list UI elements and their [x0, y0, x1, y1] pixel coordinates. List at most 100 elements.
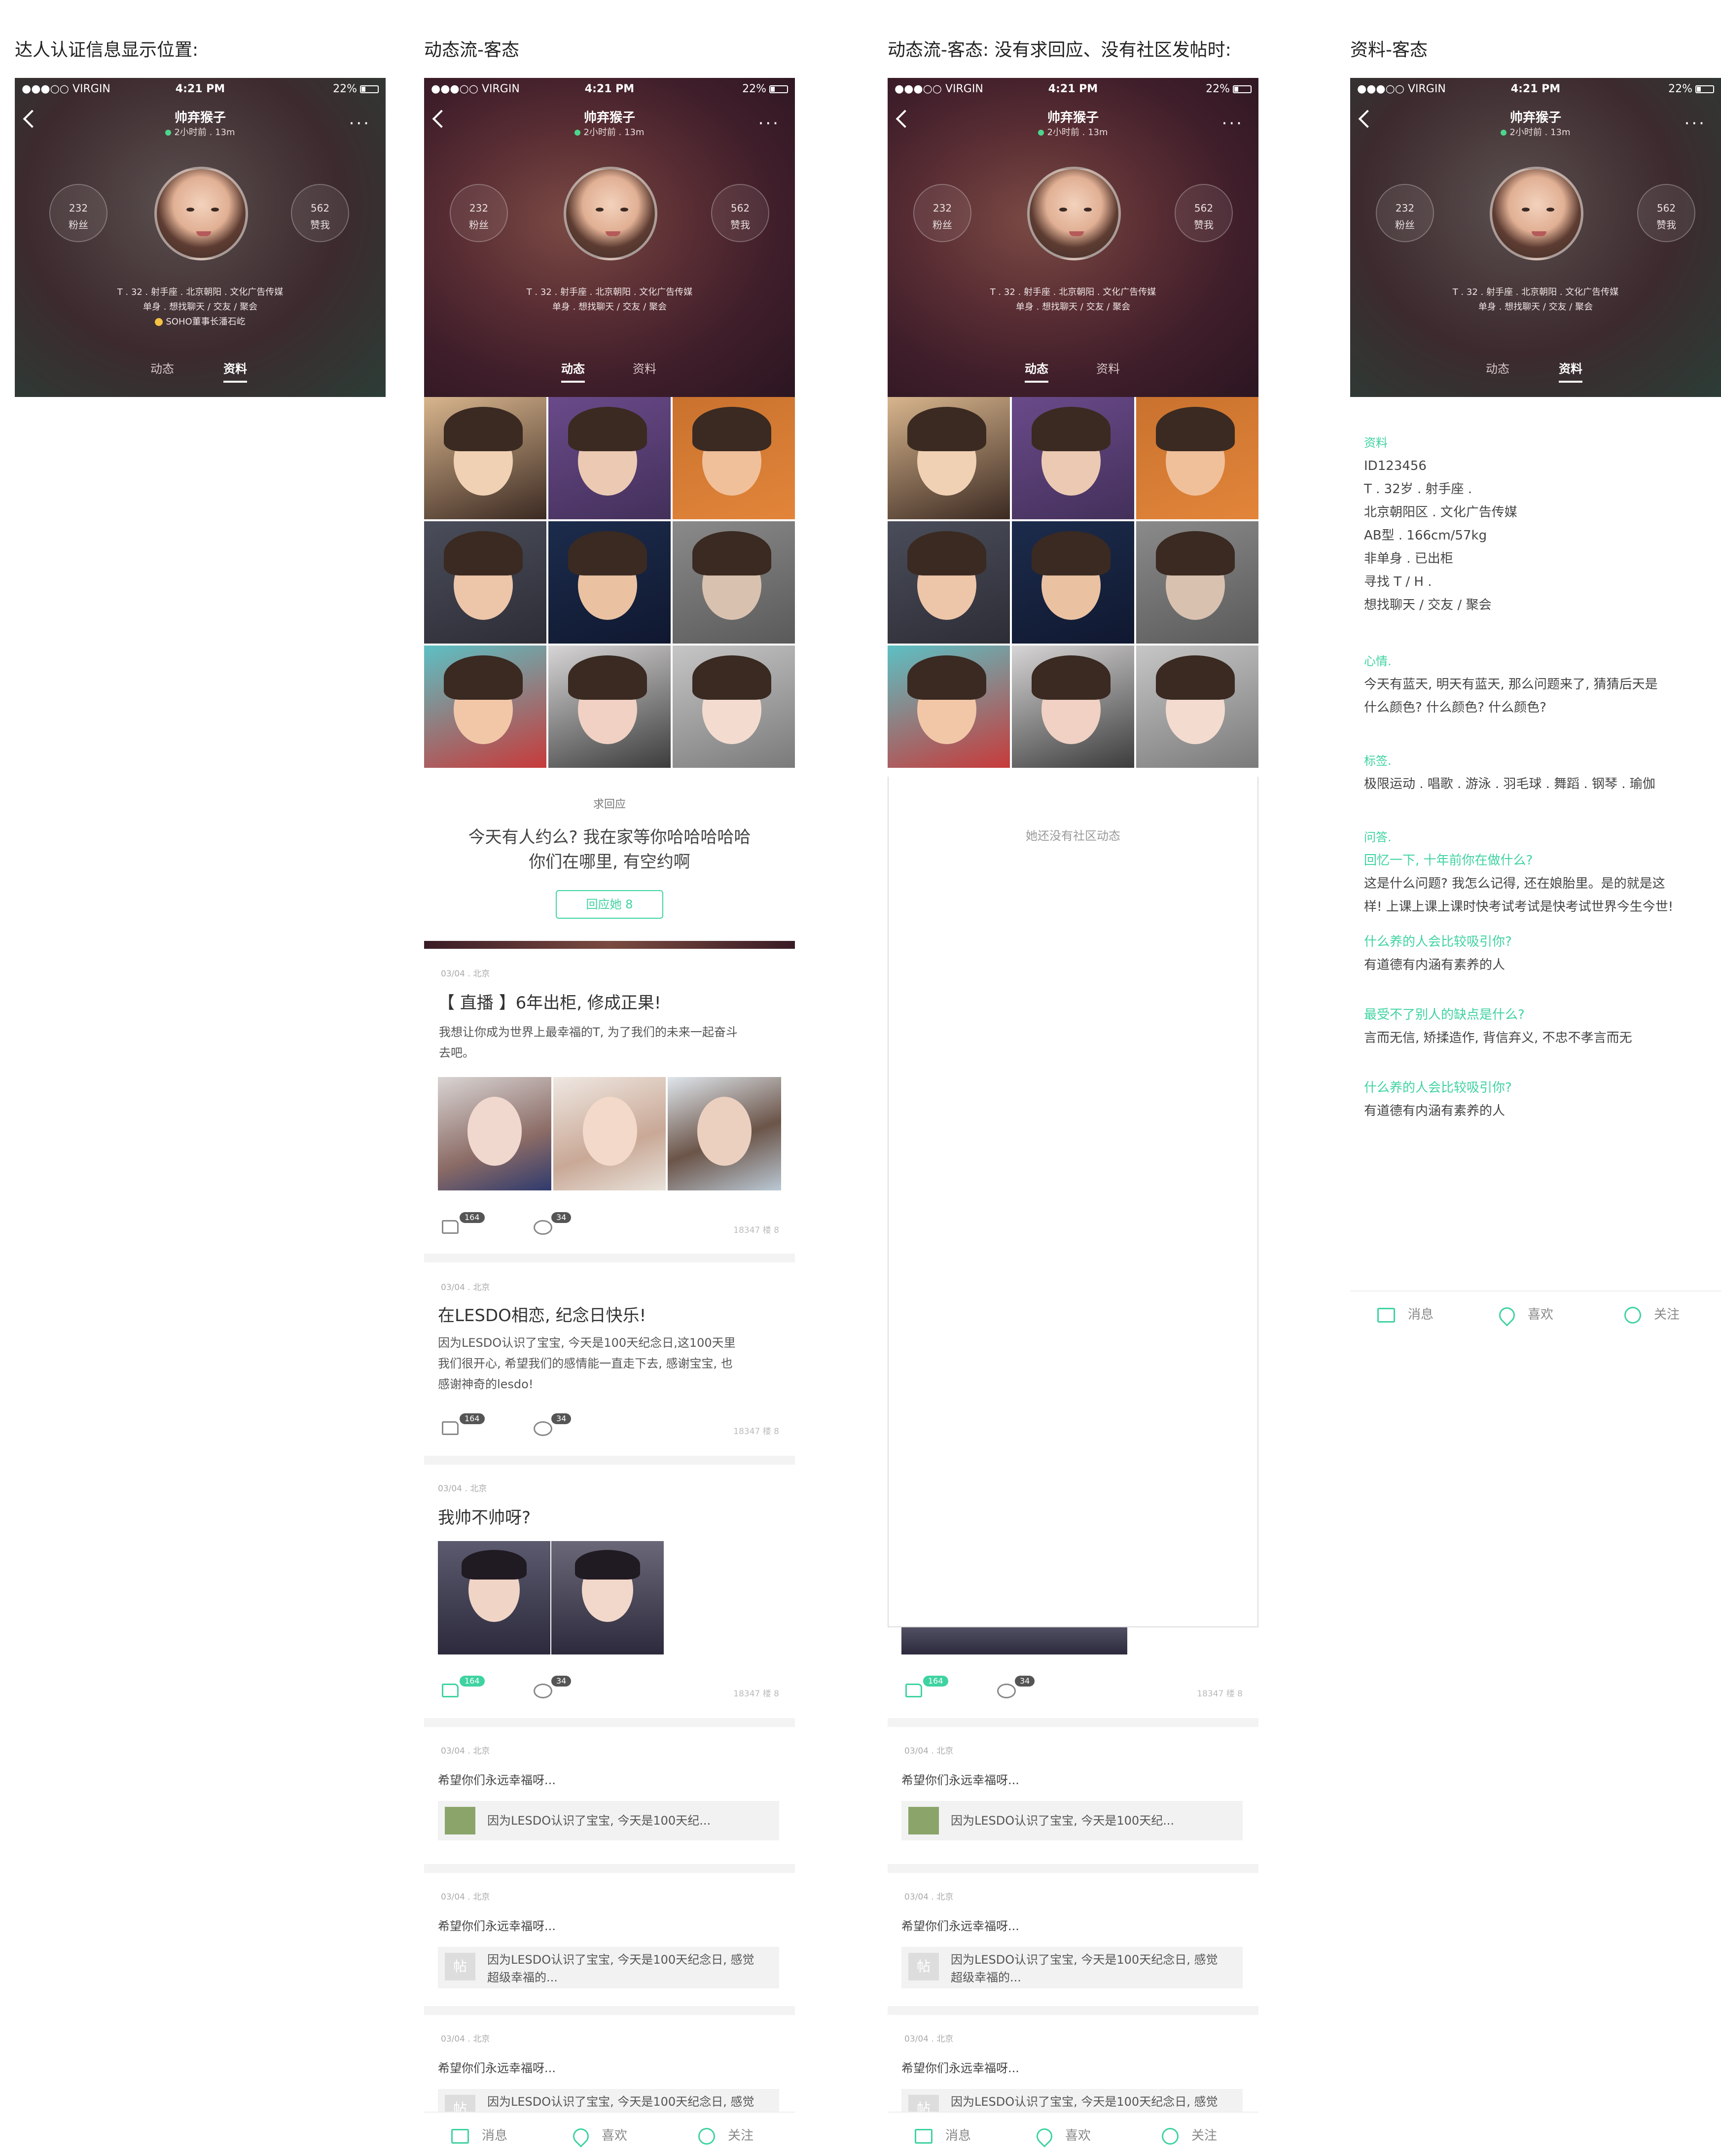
- post-image[interactable]: [668, 1077, 781, 1190]
- caption: 动态流-客态: [424, 40, 519, 60]
- grid-photo[interactable]: [673, 521, 795, 644]
- like-button[interactable]: 喜欢: [1496, 1303, 1553, 1327]
- fans-stat[interactable]: 232 粉丝: [49, 184, 108, 242]
- avatar[interactable]: [564, 167, 657, 260]
- status-bar: ●●●○○ VIRGIN 4:21 PM 22%: [15, 83, 386, 103]
- tab-info[interactable]: 资料: [1096, 359, 1120, 376]
- repost-item[interactable]: 03/04 . 北京 希望你们永远幸福呀... 因为LESDO认识了宝宝, 今天是1…: [888, 1727, 1258, 1870]
- post-actions: 164 34 18347 楼 8: [424, 1411, 795, 1441]
- quoted-post[interactable]: 帖因为LESDO认识了宝宝, 今天是100天纪念日, 感觉 超级幸福的...: [901, 1947, 1243, 1988]
- empty-text: 她还没有社区动态: [1026, 829, 1120, 843]
- likes-stat[interactable]: 562 赞我: [1637, 184, 1695, 242]
- grid-photo[interactable]: [1136, 646, 1258, 768]
- quoted-post[interactable]: 帖因为LESDO认识了宝宝, 今天是100天纪念日, 感觉: [901, 2089, 1243, 2112]
- tab-feed[interactable]: 动态: [1486, 359, 1509, 376]
- grid-photo[interactable]: [673, 397, 795, 519]
- feed-post[interactable]: 03/04 . 北京 我帅不帅呀? 164 34 18347 楼 8: [424, 1465, 795, 1711]
- like-icon[interactable]: [442, 1421, 459, 1435]
- battery-icon: [1233, 85, 1252, 93]
- online-status: 2小时前 . 13m: [1350, 125, 1721, 138]
- grid-photo[interactable]: [548, 521, 671, 644]
- grid-photo[interactable]: [1012, 646, 1134, 768]
- likes-stat[interactable]: 562 赞我: [1175, 184, 1233, 242]
- grid-photo[interactable]: [888, 646, 1010, 768]
- reply-button[interactable]: 回应她 8: [556, 890, 663, 919]
- profile-header: ●●●○○ VIRGIN 4:21 PM 22% ... 帅弃猴子 2小时前 .…: [1350, 78, 1721, 397]
- grid-photo[interactable]: [673, 646, 795, 768]
- like-button[interactable]: 喜欢: [1033, 2124, 1091, 2148]
- fans-stat[interactable]: 232 粉丝: [913, 184, 971, 242]
- grid-photo[interactable]: [424, 397, 546, 519]
- plus-icon: [698, 2127, 715, 2145]
- avatar[interactable]: [1490, 167, 1583, 260]
- post-image[interactable]: [553, 1077, 666, 1190]
- tab-info[interactable]: 资料: [1559, 359, 1582, 383]
- request-card: 求回应 今天有人约么? 我在家等你哈哈哈哈哈 你们在哪里, 有空约啊 回应她 8: [424, 777, 795, 942]
- screen-cert-position: 达人认证信息显示位置: ●●●○○ VIRGIN 4:21 PM 22% ...…: [15, 0, 390, 2156]
- separator: [424, 1864, 795, 1873]
- likes-stat[interactable]: 562 赞我: [711, 184, 769, 242]
- comment-icon[interactable]: [997, 1684, 1016, 1698]
- tab-info[interactable]: 资料: [633, 359, 656, 376]
- battery-icon: [1695, 85, 1714, 93]
- follow-button[interactable]: 关注: [1624, 1304, 1680, 1324]
- grid-photo[interactable]: [1012, 397, 1134, 519]
- plus-icon: [1624, 1306, 1641, 1324]
- tab-feed[interactable]: 动态: [1025, 359, 1048, 383]
- grid-photo[interactable]: [424, 521, 546, 644]
- quoted-post[interactable]: 帖因为LESDO认识了宝宝, 今天是100天纪念日, 感觉 超级幸福的...: [438, 1947, 779, 1988]
- comment-icon[interactable]: [534, 1684, 552, 1698]
- grid-photo[interactable]: [888, 397, 1010, 519]
- separator: [424, 2006, 795, 2015]
- fans-stat[interactable]: 232 粉丝: [1376, 184, 1434, 242]
- like-icon[interactable]: [905, 1684, 922, 1697]
- post-image[interactable]: [438, 1541, 550, 1654]
- repost-item[interactable]: 03/04 . 北京 希望你们永远幸福呀... 因为LESDO认识了宝宝, 今天是1…: [424, 1727, 795, 1870]
- online-dot-icon: [574, 130, 581, 136]
- avatar[interactable]: [1027, 167, 1121, 260]
- online-dot-icon: [1501, 130, 1507, 136]
- message-button[interactable]: 消息: [1377, 1304, 1434, 1323]
- like-icon[interactable]: [442, 1220, 459, 1234]
- message-button[interactable]: 消息: [451, 2125, 507, 2144]
- fans-stat[interactable]: 232 粉丝: [450, 184, 508, 242]
- tab-feed[interactable]: 动态: [561, 359, 585, 383]
- message-icon: [1377, 1307, 1395, 1323]
- tab-info[interactable]: 资料: [223, 359, 247, 383]
- post-image[interactable]: [438, 1077, 551, 1190]
- post-image[interactable]: [551, 1541, 664, 1654]
- repost-item[interactable]: 03/04 . 北京 希望你们永远幸福呀... 帖因为LESDO认识了宝宝, 今天是…: [888, 2015, 1258, 2112]
- profile-name: 帅弃猴子: [1047, 110, 1099, 125]
- message-button[interactable]: 消息: [915, 2125, 971, 2144]
- tab-feed[interactable]: 动态: [150, 359, 174, 376]
- feed-post[interactable]: 03/04 . 北京 【 直播 】6年出柜, 修成正果! 我想让你成为世界上最幸…: [424, 949, 795, 1264]
- avatar[interactable]: [154, 167, 248, 260]
- comment-icon[interactable]: [534, 1421, 552, 1436]
- repost-item[interactable]: 03/04 . 北京 希望你们永远幸福呀... 帖因为LESDO认识了宝宝, 今天是…: [424, 2015, 795, 2112]
- repost-item[interactable]: 03/04 . 北京 希望你们永远幸福呀... 帖因为LESDO认识了宝宝, 今天是…: [424, 1873, 795, 2006]
- grid-photo[interactable]: [1136, 521, 1258, 644]
- grid-photo[interactable]: [548, 397, 671, 519]
- separator: [888, 1718, 1258, 1727]
- like-icon[interactable]: [442, 1684, 459, 1697]
- grid-photo[interactable]: [1012, 521, 1134, 644]
- repost-item[interactable]: 03/04 . 北京 希望你们永远幸福呀... 帖因为LESDO认识了宝宝, 今天是…: [888, 1873, 1258, 2006]
- quoted-post[interactable]: 因为LESDO认识了宝宝, 今天是100天纪...: [438, 1801, 779, 1840]
- quoted-post[interactable]: 帖因为LESDO认识了宝宝, 今天是100天纪念日, 感觉: [438, 2089, 779, 2112]
- online-status: 2小时前 . 13m: [424, 125, 795, 138]
- follow-button[interactable]: 关注: [1162, 2125, 1217, 2145]
- grid-photo[interactable]: [424, 646, 546, 768]
- follow-button[interactable]: 关注: [698, 2125, 753, 2145]
- profile-name: 帅弃猴子: [583, 110, 635, 125]
- comment-icon[interactable]: [534, 1220, 552, 1235]
- heart-icon: [1033, 2124, 1056, 2148]
- grid-photo[interactable]: [1136, 397, 1258, 519]
- grid-photo[interactable]: [888, 521, 1010, 644]
- feed-post[interactable]: 03/04 . 北京 在LESDO相恋, 纪念日快乐! 因为LESDO认识了宝宝…: [424, 1262, 795, 1460]
- like-button[interactable]: 喜欢: [570, 2124, 627, 2148]
- section-title: 心情.: [1364, 654, 1392, 668]
- quoted-post[interactable]: 因为LESDO认识了宝宝, 今天是100天纪...: [901, 1801, 1243, 1840]
- grid-photo[interactable]: [548, 646, 671, 768]
- message-icon: [451, 2128, 469, 2144]
- likes-stat[interactable]: 562 赞我: [291, 184, 349, 242]
